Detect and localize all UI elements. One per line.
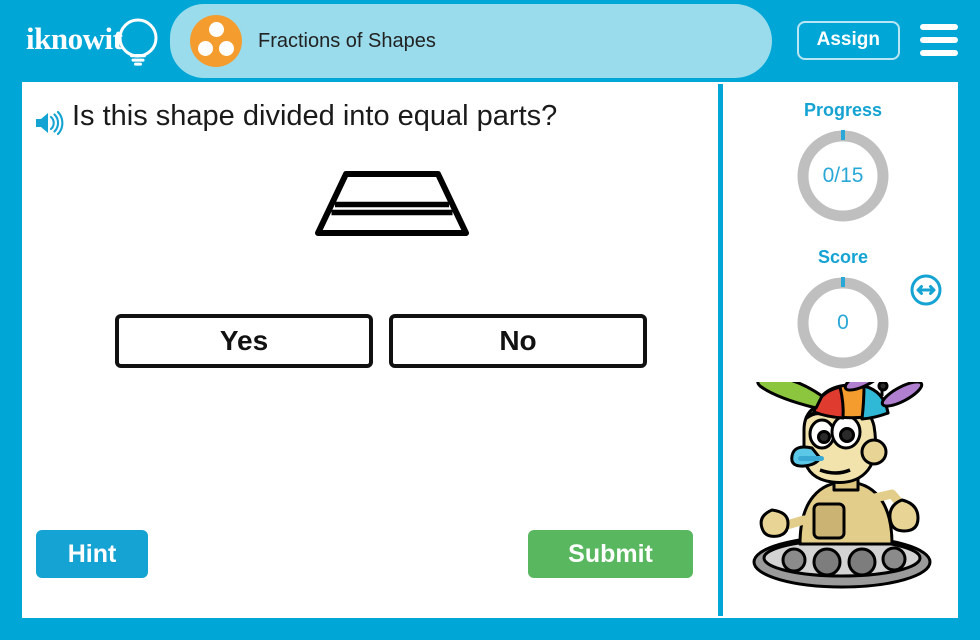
progress-label: Progress	[803, 100, 883, 120]
hamburger-menu-icon[interactable]	[920, 24, 958, 56]
trapezoid-shape	[315, 171, 469, 236]
shape-figure-area	[22, 167, 722, 257]
assign-button[interactable]: Assign	[796, 21, 900, 60]
lesson-title-tab: Fractions of Shapes	[170, 4, 772, 78]
pane-divider	[718, 84, 723, 616]
resize-horizontal-icon[interactable]	[910, 274, 942, 306]
brand-logo-text: iknowit	[26, 21, 123, 56]
app-window: iknowit Fractions of Shapes Assign Is th…	[0, 0, 980, 640]
progress-value: 0/15	[822, 164, 864, 187]
lightbulb-icon	[118, 18, 158, 66]
score-ring: 0	[793, 273, 893, 373]
progress-meter: Progress 0/15	[728, 100, 958, 226]
hint-button[interactable]: Hint	[36, 530, 148, 578]
score-meter: Score 0	[728, 247, 958, 373]
brand-logo[interactable]: iknowit	[24, 16, 164, 68]
submit-button[interactable]: Submit	[528, 530, 693, 578]
score-label: Score	[817, 247, 869, 267]
answer-options: Yes No	[115, 314, 675, 370]
answer-yes[interactable]: Yes	[115, 314, 373, 368]
status-rail: Progress 0/15 Score 0	[728, 82, 958, 618]
question-text: Is this shape divided into equal parts?	[72, 100, 558, 132]
app-header: iknowit Fractions of Shapes Assign	[0, 0, 980, 82]
three-dots-circle-icon	[190, 15, 242, 67]
progress-ring: 0/15	[793, 126, 893, 226]
speaker-icon[interactable]	[34, 110, 64, 136]
robot-mascot-with-propeller-cap	[752, 382, 932, 589]
score-value: 0	[837, 311, 849, 334]
answer-no[interactable]: No	[389, 314, 647, 368]
lesson-title: Fractions of Shapes	[258, 30, 436, 52]
question-row: Is this shape divided into equal parts?	[34, 100, 694, 146]
content-card: Is this shape divided into equal parts? …	[22, 82, 958, 618]
